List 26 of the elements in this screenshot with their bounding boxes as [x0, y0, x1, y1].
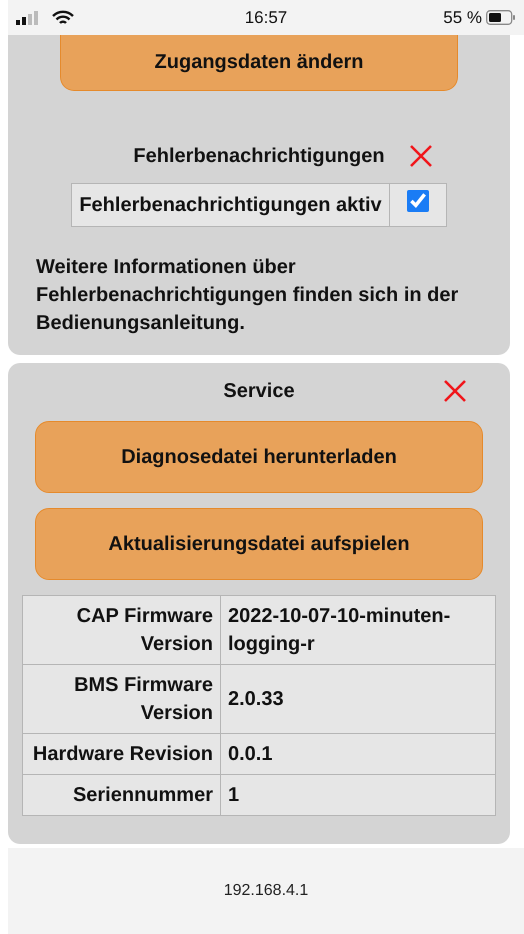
- table-cell: BMS Firmware Version: [22, 664, 220, 734]
- change-credentials-button[interactable]: Zugangsdaten ändern: [60, 35, 458, 91]
- table-cell: Seriennummer: [22, 774, 220, 816]
- table-cell: Fehlerbenachrichtigungen aktiv: [72, 184, 390, 226]
- clock-time: 16:57: [244, 8, 288, 28]
- close-button[interactable]: [408, 143, 434, 169]
- table-cell: Hardware Revision: [22, 734, 220, 774]
- close-icon: [442, 378, 468, 404]
- notifications-checkbox[interactable]: [406, 190, 429, 212]
- close-button[interactable]: [442, 378, 468, 404]
- table-cell: 1: [220, 774, 496, 816]
- section-title: Service: [223, 380, 295, 402]
- signal-icon: [16, 10, 38, 24]
- info-text: Weitere Informationen über Fehlerbenachrichtigungen finden sich in der Bedienungsanleitung.: [36, 255, 460, 336]
- action-button[interactable]: Diagnosedatei herunterladen: [35, 421, 483, 493]
- table-cell: 2022-10-07-10-minuten-logging-r: [220, 596, 496, 664]
- table-cell: CAP Firmware Version: [22, 596, 220, 664]
- close-icon: [408, 143, 434, 169]
- section-title: Fehlerbenachrichtigungen: [133, 144, 385, 168]
- url-text: 192.168.4.1: [224, 882, 308, 900]
- wifi-icon: [52, 10, 74, 26]
- action-button[interactable]: Aktualisierungsdatei aufspielen: [35, 508, 483, 580]
- battery-percentage: 55 %: [443, 8, 482, 28]
- table-cell: 0.0.1: [220, 734, 496, 774]
- table-cell: 2.0.33: [220, 664, 496, 734]
- battery-icon: [486, 10, 516, 25]
